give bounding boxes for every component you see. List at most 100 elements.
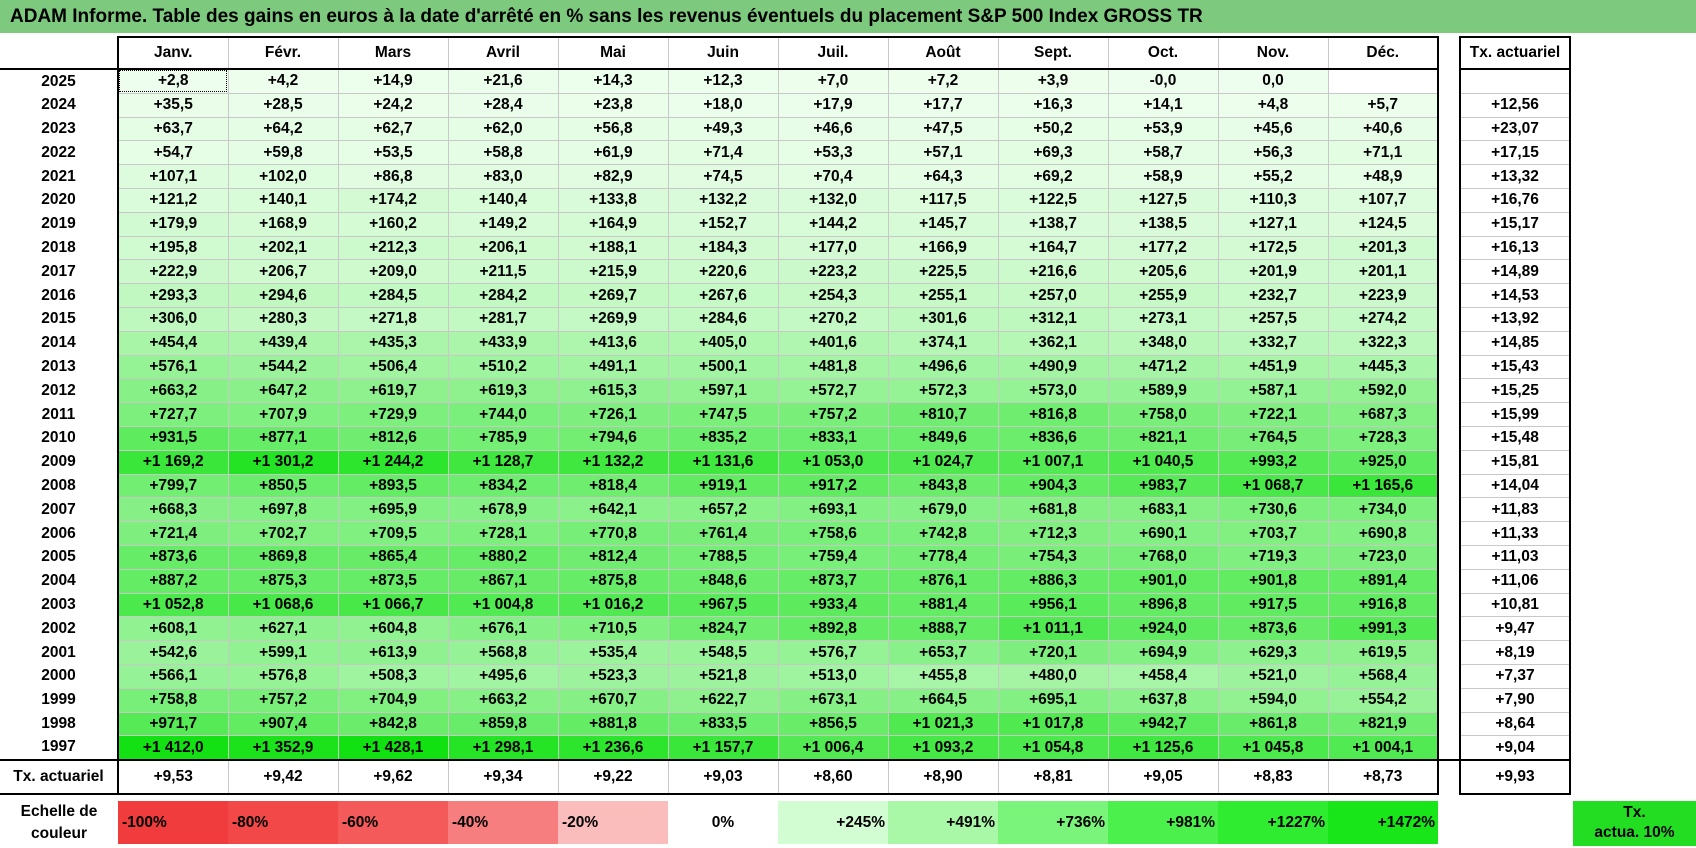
gain-cell: +875,8 (557, 569, 669, 594)
gain-cell: +254,3 (777, 283, 889, 308)
gain-cell: +778,4 (887, 545, 999, 570)
gain-cell: +835,2 (667, 426, 779, 451)
year-label: 2025 (0, 69, 118, 94)
gain-cell: +663,2 (447, 688, 559, 713)
year-label: 2021 (0, 164, 118, 189)
gain-cell: +757,2 (227, 688, 339, 713)
gain-cell: +257,5 (1217, 307, 1329, 332)
gain-cell: +594,0 (1217, 688, 1329, 713)
color-swatch: +1227% (1218, 801, 1328, 844)
tx-cell: +15,99 (1459, 402, 1571, 427)
gain-cell: +4,2 (227, 69, 339, 94)
table-row: 2010 +931,5 +877,1 +812,6 +785,9 +794,6 +835,2… (0, 426, 1571, 451)
color-swatch: -100% (118, 801, 228, 844)
tx-cell: +23,07 (1459, 117, 1571, 142)
gain-cell: +132,0 (777, 188, 889, 213)
year-label: 2011 (0, 402, 118, 427)
gain-cell: +849,6 (887, 426, 999, 451)
gain-cell: +508,3 (337, 664, 449, 689)
gain-cell: +576,7 (777, 640, 889, 665)
gain-cell: +144,2 (777, 212, 889, 237)
gain-cell: +284,6 (667, 307, 779, 332)
header-row: Janv. Févr. Mars Avril Mai Juin Juil. Août Sept.… (0, 36, 1571, 70)
gain-cell: +274,2 (1327, 307, 1439, 332)
gain-cell: +1 428,1 (337, 735, 449, 762)
gain-cell: +599,1 (227, 640, 339, 665)
gain-cell: +205,6 (1107, 259, 1219, 285)
table-row: 2018 +195,8 +202,1 +212,3 +206,1 +188,1 +184,3… (0, 236, 1571, 261)
year-label: 1999 (0, 688, 118, 713)
tx-cell: +13,92 (1459, 307, 1571, 332)
gain-cell: +542,6 (117, 640, 229, 665)
tx-cell: +14,85 (1459, 331, 1571, 356)
gain-cell: +62,0 (447, 117, 559, 142)
tx-cell: +11,83 (1459, 497, 1571, 523)
gain-cell: +521,0 (1217, 664, 1329, 689)
color-scale-legend: Echelle de couleur -100% -80% -60% -40% -20%… (0, 798, 1696, 848)
gain-cell: +21,6 (447, 69, 559, 94)
gain-cell: +45,6 (1217, 117, 1329, 142)
gain-cell: +122,5 (997, 188, 1109, 213)
gain-cell: +166,9 (887, 236, 999, 261)
gain-cell: +880,2 (447, 545, 559, 570)
gain-cell: +53,5 (337, 140, 449, 166)
gain-cell: +1 298,1 (447, 735, 559, 762)
gain-cell: +917,2 (777, 474, 889, 499)
gain-cell: +523,3 (557, 664, 669, 689)
color-swatch: -60% (338, 801, 448, 844)
gain-cell: +491,1 (557, 355, 669, 380)
tx-cell: +8,64 (1459, 712, 1571, 737)
gain-cell: +757,2 (777, 402, 889, 427)
color-swatch: -80% (228, 801, 338, 844)
gain-cell: +306,0 (117, 307, 229, 332)
month-header: Oct. (1107, 36, 1219, 70)
gain-cell: +744,0 (447, 402, 559, 427)
gain-cell: +471,2 (1107, 355, 1219, 380)
gain-cell: +5,7 (1327, 93, 1439, 118)
color-swatch: -40% (448, 801, 558, 844)
gain-cell: +924,0 (1107, 616, 1219, 642)
gain-cell: +69,3 (997, 140, 1109, 166)
gap-cell (1438, 259, 1460, 284)
gain-cell: +942,7 (1107, 712, 1219, 737)
gain-cell: +723,0 (1327, 545, 1439, 570)
gain-cell: +140,4 (447, 188, 559, 213)
tx-cell: +8,19 (1459, 640, 1571, 665)
gain-cell: +201,9 (1217, 259, 1329, 285)
month-header: Mars (337, 36, 449, 70)
footer-value: +9,62 (337, 760, 449, 796)
gap-cell (1438, 117, 1460, 141)
gains-table: Janv. Févr. Mars Avril Mai Juin Juil. Août Sept.… (0, 36, 1571, 796)
tx-cell: +11,06 (1459, 569, 1571, 594)
table-row: 2022 +54,7 +59,8 +53,5 +58,8 +61,9 +71,4 +53,3 +… (0, 140, 1571, 166)
gain-cell: +901,8 (1217, 569, 1329, 594)
gain-cell: +312,1 (997, 307, 1109, 332)
gain-cell: +722,1 (1217, 402, 1329, 427)
gain-cell: +676,1 (447, 616, 559, 642)
gain-cell: +413,6 (557, 331, 669, 356)
month-header: Mai (557, 36, 669, 70)
gain-cell: +401,6 (777, 331, 889, 356)
gain-cell: +873,6 (117, 545, 229, 570)
gain-cell: +812,4 (557, 545, 669, 570)
gain-cell: +24,2 (337, 93, 449, 118)
gain-cell: +164,7 (997, 236, 1109, 261)
gain-cell: +967,5 (667, 593, 779, 618)
gain-cell: +107,7 (1327, 188, 1439, 213)
gain-cell: +707,9 (227, 402, 339, 427)
gain-cell (1327, 69, 1439, 94)
gain-cell: +121,2 (117, 188, 229, 213)
gain-cell: +132,2 (667, 188, 779, 213)
tx-cell: +17,15 (1459, 140, 1571, 166)
color-swatch: +736% (998, 801, 1108, 844)
gain-cell: +133,8 (557, 188, 669, 213)
gain-cell: +61,9 (557, 140, 669, 166)
gain-cell: +619,7 (337, 378, 449, 404)
gain-cell: +642,1 (557, 497, 669, 523)
table-row: 2008 +799,7 +850,5 +893,5 +834,2 +818,4 +919,1… (0, 474, 1571, 499)
footer-value: +8,90 (887, 760, 999, 796)
year-label: 2008 (0, 474, 118, 498)
gap-cell (1438, 426, 1460, 451)
gain-cell: +799,7 (117, 474, 229, 499)
gain-cell: +850,5 (227, 474, 339, 499)
